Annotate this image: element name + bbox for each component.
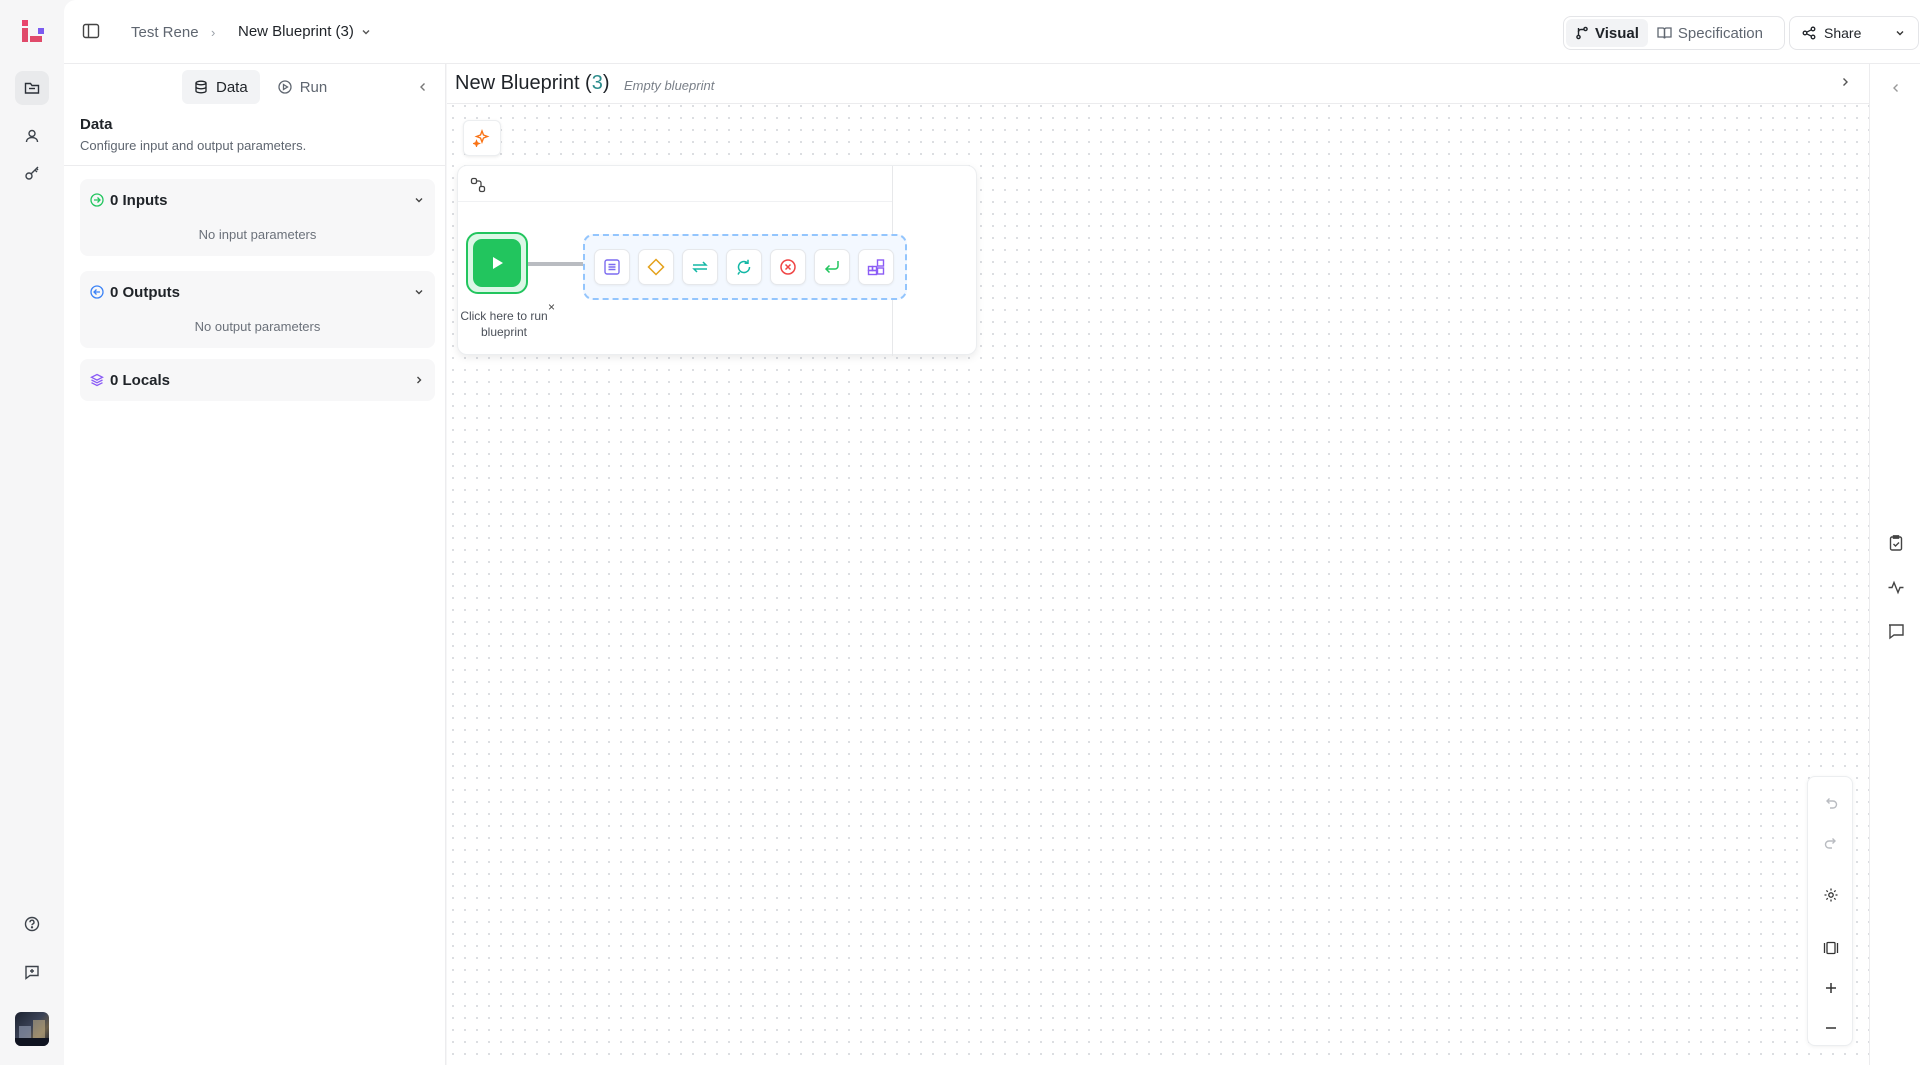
panel-tabs: Data Run <box>182 70 339 104</box>
sidebar-toggle-icon[interactable] <box>82 22 102 42</box>
locals-label: 0 Locals <box>110 371 171 389</box>
locals-header[interactable]: 0 Locals <box>80 359 435 401</box>
left-rail <box>0 0 64 1065</box>
input-arrow-icon <box>90 193 104 207</box>
ai-sparkle-button[interactable] <box>463 120 501 156</box>
components-icon[interactable] <box>858 249 894 285</box>
breadcrumb-workspace[interactable]: Test Rene <box>131 24 199 41</box>
inputs-header[interactable]: 0 Inputs <box>80 179 435 221</box>
canvas-controls <box>1807 776 1853 1046</box>
blueprint-name: New Blueprint (3) <box>238 23 354 40</box>
collapse-panel-icon[interactable] <box>418 81 428 93</box>
canvas-title-bar: New Blueprint (3) Empty blueprint <box>447 64 1869 104</box>
zoom-out-icon[interactable] <box>1819 1016 1843 1040</box>
collapse-icon[interactable] <box>1884 76 1908 100</box>
top-bar: Test Rene › New Blueprint (3) Visual Spe… <box>64 0 1920 64</box>
breadcrumb-separator: › <box>211 25 216 40</box>
feedback-icon[interactable] <box>20 960 44 984</box>
zoom-in-icon[interactable] <box>1819 976 1843 1000</box>
blueprints-folder-icon[interactable] <box>15 71 49 105</box>
visual-view-button[interactable]: Visual <box>1566 19 1648 47</box>
redo-icon[interactable] <box>1819 831 1843 855</box>
chevron-down-icon <box>1894 27 1906 39</box>
database-icon <box>194 80 208 94</box>
run-hint[interactable]: Click here to run blueprint <box>454 308 554 340</box>
view-toggle: Visual Specification <box>1563 16 1785 50</box>
locals-section: 0 Locals <box>80 359 435 401</box>
outputs-header[interactable]: 0 Outputs <box>80 271 435 313</box>
retry-icon[interactable] <box>726 249 762 285</box>
book-icon <box>1657 26 1672 40</box>
chevron-down-icon <box>360 26 372 38</box>
avatar[interactable] <box>15 1012 49 1046</box>
chevron-right-icon <box>413 374 425 386</box>
tab-data-label: Data <box>216 78 248 96</box>
layers-icon <box>90 373 104 387</box>
chevron-right-icon[interactable] <box>1840 76 1850 88</box>
chevron-down-icon <box>413 194 425 206</box>
canvas-title: New Blueprint (3) <box>455 72 610 94</box>
inputs-label: 0 Inputs <box>110 191 168 209</box>
note-icon[interactable] <box>594 249 630 285</box>
settings-icon[interactable] <box>1819 883 1843 907</box>
error-icon[interactable] <box>770 249 806 285</box>
branch-icon <box>1575 26 1589 40</box>
flow-group-header <box>458 166 892 202</box>
undo-icon[interactable] <box>1819 791 1843 815</box>
panel-title: Data <box>80 116 113 133</box>
divider <box>64 165 446 166</box>
output-arrow-icon <box>90 285 104 299</box>
logo-icon[interactable] <box>18 18 46 46</box>
chevron-down-icon <box>413 286 425 298</box>
specification-view-button[interactable]: Specification <box>1648 19 1772 47</box>
share-icon <box>1802 26 1816 40</box>
close-icon[interactable]: × <box>548 300 555 314</box>
condition-icon[interactable] <box>638 249 674 285</box>
specification-view-label: Specification <box>1677 24 1763 42</box>
panel-subtitle: Configure input and output parameters. <box>80 138 307 153</box>
visual-view-label: Visual <box>1595 24 1639 42</box>
share-button[interactable]: Share <box>1789 16 1919 50</box>
blueprint-name-dropdown[interactable]: New Blueprint (3) <box>238 23 372 40</box>
activity-icon[interactable] <box>1884 575 1908 599</box>
data-panel: Data Run Data Configure input and output… <box>64 64 446 1065</box>
tab-run[interactable]: Run <box>266 70 340 104</box>
key-icon[interactable] <box>20 161 44 185</box>
outputs-section: 0 Outputs No output parameters <box>80 271 435 348</box>
inputs-empty-text: No input parameters <box>198 227 317 242</box>
user-icon[interactable] <box>20 124 44 148</box>
canvas-subtitle: Empty blueprint <box>624 78 715 93</box>
loop-icon[interactable] <box>682 249 718 285</box>
share-label: Share <box>1824 25 1862 41</box>
checklist-icon[interactable] <box>1884 531 1908 555</box>
right-rail <box>1869 64 1920 1065</box>
outputs-label: 0 Outputs <box>110 283 180 301</box>
flow-group[interactable]: Click here to run blueprint × <box>454 165 977 356</box>
workflow-icon[interactable] <box>470 177 486 193</box>
return-icon[interactable] <box>814 249 850 285</box>
blueprint-canvas[interactable]: New Blueprint (3) Empty blueprint Click … <box>447 64 1869 1065</box>
tab-run-label: Run <box>299 78 328 96</box>
fit-view-icon[interactable] <box>1819 936 1843 960</box>
node-palette <box>583 234 907 300</box>
play-circle-icon <box>278 80 292 94</box>
run-node[interactable] <box>466 232 528 294</box>
help-icon[interactable] <box>20 912 44 936</box>
play-icon <box>473 239 521 287</box>
comments-icon[interactable] <box>1884 619 1908 643</box>
inputs-section: 0 Inputs No input parameters <box>80 179 435 256</box>
tab-data[interactable]: Data <box>182 70 260 104</box>
connector-line <box>528 262 584 266</box>
sparkle-icon <box>473 129 491 147</box>
outputs-empty-text: No output parameters <box>194 319 321 334</box>
